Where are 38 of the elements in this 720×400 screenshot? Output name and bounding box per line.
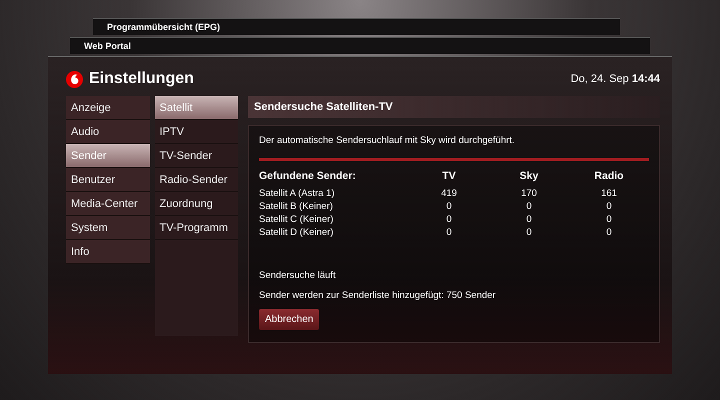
table-cell-text: 0 bbox=[445, 226, 453, 240]
table-cell-text: 0 bbox=[525, 226, 533, 240]
table-cell-text: 0 bbox=[525, 200, 533, 214]
table-cell-text: 419 bbox=[440, 187, 458, 200]
menu-item[interactable]: Media-Center bbox=[66, 192, 150, 216]
table-cell-text: 0 bbox=[605, 226, 613, 240]
column-header: TV bbox=[441, 169, 457, 184]
menu-item[interactable]: Anzeige bbox=[66, 96, 150, 120]
table-cell-text: Satellit A (Astra 1) bbox=[259, 187, 336, 200]
table-cell-text: 0 bbox=[605, 213, 613, 226]
column-header: Gefundene Sender: bbox=[259, 169, 357, 184]
menu-item[interactable]: Audio bbox=[66, 120, 150, 144]
window-tab-title: Web Portal bbox=[84, 41, 131, 51]
table-cell-text: 0 bbox=[445, 213, 453, 226]
table-cell-text: Satellit D (Keiner) bbox=[259, 226, 334, 240]
menu-item[interactable]: Benutzer bbox=[66, 168, 150, 192]
column-header: Sky bbox=[518, 169, 540, 184]
table-cell-text: 0 bbox=[525, 213, 533, 226]
logo-icon bbox=[66, 70, 83, 88]
menu-item[interactable]: System bbox=[66, 216, 150, 240]
progress-text: Sender werden zur Senderliste hinzugefügt: 750 Sender bbox=[259, 288, 497, 302]
menu-item[interactable]: Info bbox=[66, 240, 150, 264]
table-cell-text: Satellit C (Keiner) bbox=[259, 213, 334, 226]
cancel-button[interactable]: Abbrechen bbox=[259, 308, 320, 330]
window-tab-title: Programmübersicht (EPG) bbox=[107, 22, 220, 32]
table-cell-text: 170 bbox=[520, 187, 538, 200]
table-cell-text: 0 bbox=[605, 200, 613, 214]
table-cell-text: Satellit B (Keiner) bbox=[259, 200, 334, 214]
table-cell-text: 161 bbox=[600, 187, 618, 200]
background-window[interactable]: Web Portal bbox=[70, 37, 650, 54]
panel-title: Sendersuche Satelliten-TV bbox=[248, 96, 660, 118]
message-text: Der automatische Sendersuchlauf mit Sky wird durchgeführt. bbox=[259, 134, 516, 148]
window-title: Einstellungen bbox=[89, 69, 194, 89]
table-cell-text: 0 bbox=[445, 200, 453, 214]
date-time: Do, 24. Sep 14:44 bbox=[570, 72, 660, 87]
background-window[interactable]: Programmübersicht (EPG) bbox=[93, 18, 620, 35]
column-header: Radio bbox=[593, 169, 625, 184]
status-text: Sendersuche läuft bbox=[259, 269, 337, 284]
